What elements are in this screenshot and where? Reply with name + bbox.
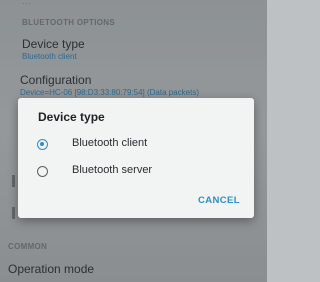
- option-label: Bluetooth server: [72, 164, 153, 176]
- radio-selected-icon[interactable]: [37, 139, 48, 150]
- device-type-dialog: Device type Bluetooth client Bluetooth s…: [18, 98, 254, 218]
- dialog-title: Device type: [38, 110, 105, 124]
- cancel-button[interactable]: CANCEL: [198, 195, 240, 206]
- option-bluetooth-client[interactable]: Bluetooth client: [18, 134, 254, 158]
- option-label: Bluetooth client: [72, 137, 148, 149]
- radio-unselected-icon[interactable]: [37, 166, 48, 177]
- option-bluetooth-server[interactable]: Bluetooth server: [18, 161, 254, 185]
